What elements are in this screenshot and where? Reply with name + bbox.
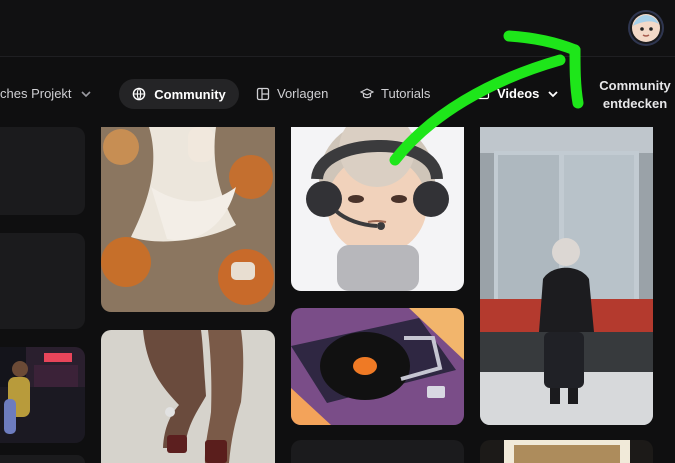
tab-tutorials[interactable]: Tutorials — [360, 86, 430, 101]
tab-videos[interactable]: Videos — [476, 86, 560, 101]
project-switcher[interactable]: ches Projekt — [0, 86, 93, 101]
globe-icon — [132, 87, 146, 101]
chevron-down-icon — [546, 87, 560, 101]
tab-community-label: Community — [154, 86, 226, 102]
community-explore-line1: Community — [599, 78, 671, 93]
community-explore-line2: entdecken — [602, 96, 668, 111]
tab-community[interactable]: Community — [119, 79, 239, 109]
top-bar — [0, 0, 675, 57]
gallery-tile-bottom-right[interactable] — [480, 440, 653, 463]
gallery-tile-woman-bench[interactable] — [480, 127, 653, 425]
chevron-down-icon — [79, 87, 93, 101]
tab-templates-label: Vorlagen — [277, 86, 329, 101]
project-label: ches Projekt — [0, 86, 72, 101]
gallery-tile-left-4[interactable] — [0, 455, 85, 463]
gallery-tile-left-1[interactable] — [0, 127, 85, 215]
tab-tutorials-label: Tutorials — [381, 86, 431, 101]
play-icon — [476, 87, 490, 101]
gallery-tile-bottom-middle[interactable] — [291, 440, 464, 463]
avatar-face-icon — [632, 14, 660, 42]
gallery-tile-left-2[interactable] — [0, 233, 85, 329]
community-explore-button[interactable]: Community entdecken — [596, 77, 674, 113]
gallery-tile-shoes[interactable] — [101, 330, 275, 463]
gallery-tile-turntable[interactable] — [291, 308, 464, 425]
layout-icon — [256, 87, 270, 101]
user-avatar[interactable] — [628, 10, 664, 46]
tab-videos-label: Videos — [497, 86, 540, 101]
gallery-tile-flower-field[interactable] — [101, 127, 275, 312]
tab-templates[interactable]: Vorlagen — [256, 86, 328, 101]
graduation-cap-icon — [360, 87, 374, 101]
top-navigation — [0, 72, 675, 118]
gallery-tile-headphone-character[interactable] — [291, 127, 464, 291]
gallery-tile-city-night[interactable] — [0, 347, 85, 443]
